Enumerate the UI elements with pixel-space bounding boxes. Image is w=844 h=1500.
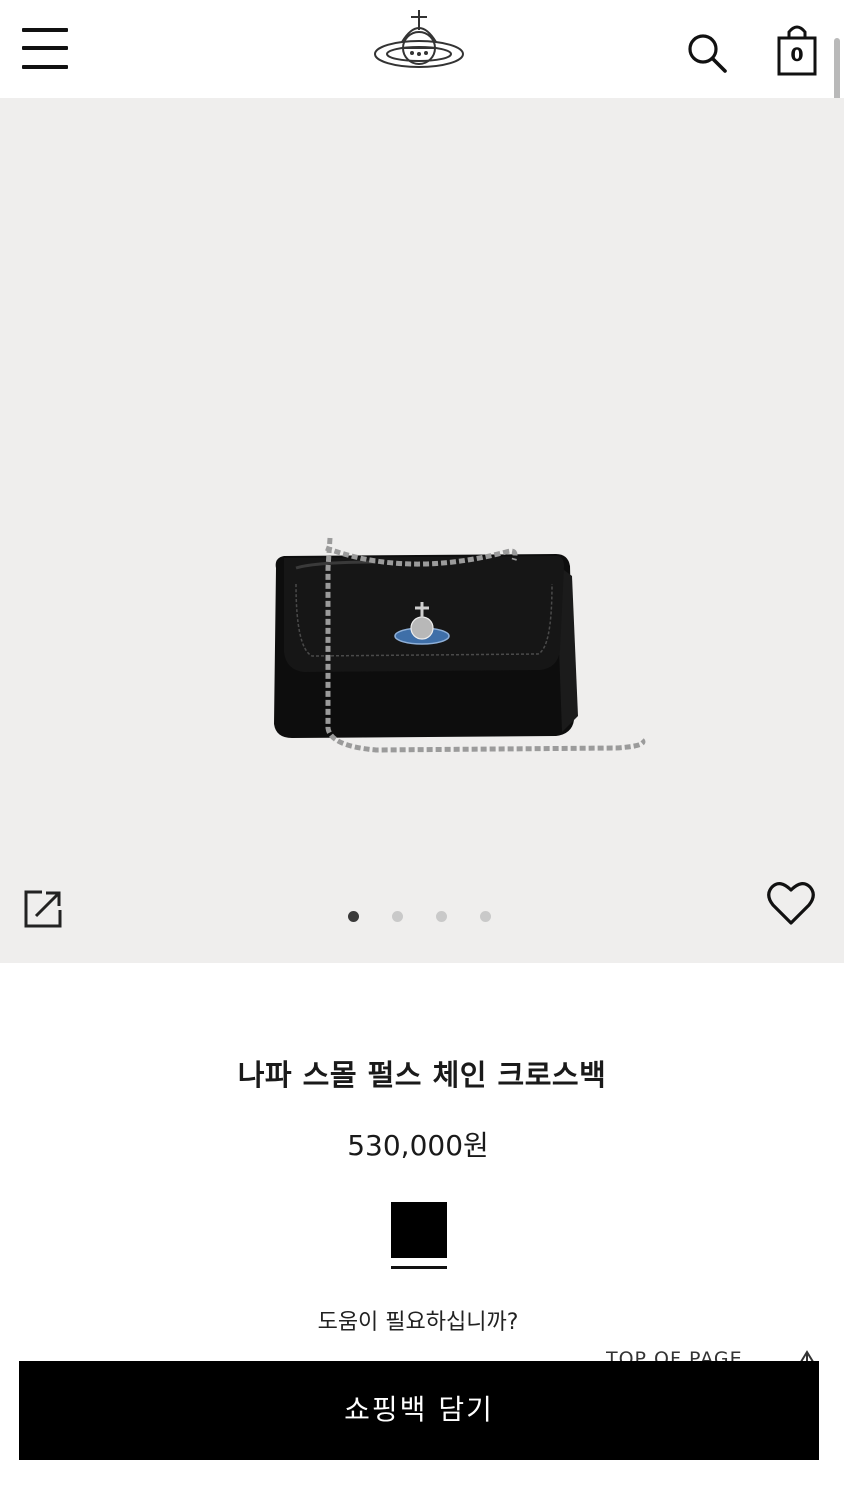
bag-count-badge: 0 [790,44,804,66]
product-image-gallery[interactable] [0,98,844,963]
add-to-bag-button[interactable]: 쇼핑백 담기 [19,1361,819,1460]
color-swatch-black[interactable] [391,1202,447,1258]
gallery-dot-4[interactable] [480,911,491,922]
product-title: 나파 스몰 펄스 체인 크로스백 [237,1058,607,1092]
product-price: 530,000원 [347,1129,489,1162]
gallery-pagination [344,911,504,923]
hamburger-menu-icon[interactable] [22,28,70,72]
orb-logo-icon[interactable] [372,8,466,74]
site-header: 0 [0,0,844,98]
heart-icon[interactable] [766,880,816,928]
search-icon[interactable] [686,32,728,74]
shopping-bag-button[interactable]: 0 [776,24,820,78]
gallery-dot-2[interactable] [392,911,403,922]
selected-swatch-indicator [391,1266,447,1269]
help-link[interactable]: 도움이 필요하십니까? [0,1304,836,1336]
gallery-dot-1[interactable] [348,911,359,922]
product-image [274,537,646,753]
gallery-dot-3[interactable] [436,911,447,922]
share-icon[interactable] [22,888,64,930]
